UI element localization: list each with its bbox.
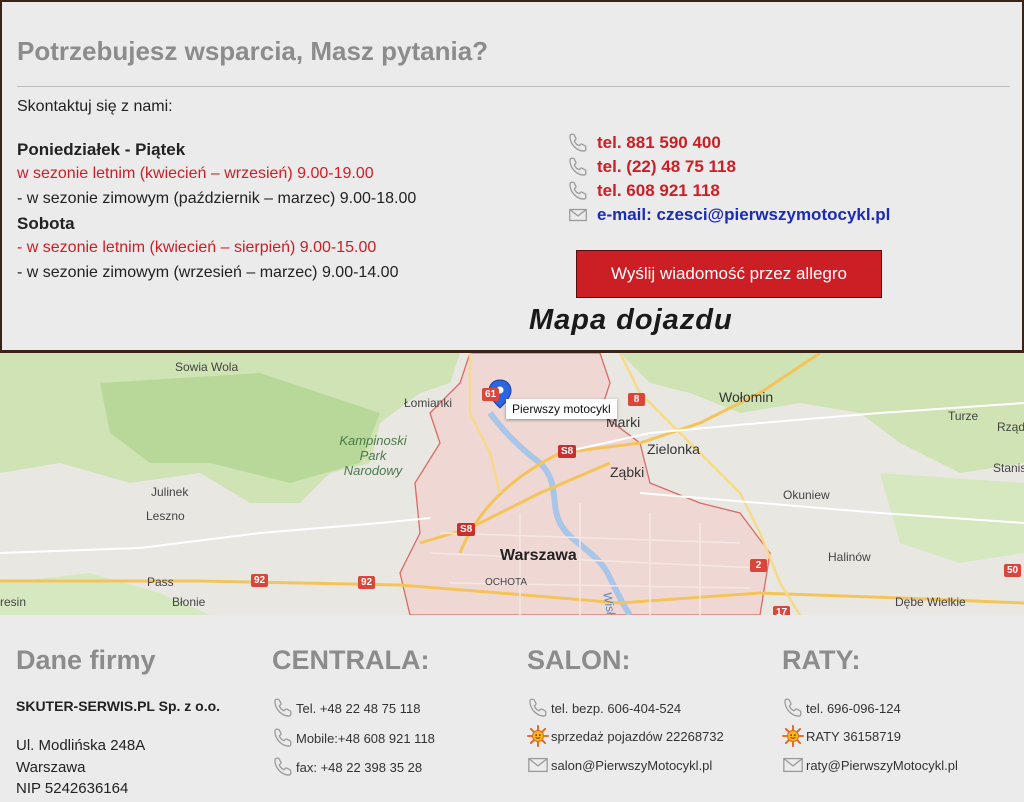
weekday-winter-hours: - w sezonie zimowym (październik – marze… — [17, 190, 417, 207]
phone-icon — [272, 756, 294, 778]
company-nip: NIP 5242636164 — [16, 780, 129, 797]
raty-number[interactable]: RATY 36158719 — [782, 725, 901, 747]
centrala-mobile[interactable]: Mobile:+48 608 921 118 — [272, 727, 435, 749]
map-label-julinek: Julinek — [151, 485, 189, 499]
company-city: Warszawa — [16, 759, 86, 776]
company-name: SKUTER-SERWIS.PL Sp. z o.o. — [16, 698, 221, 714]
weekday-label: Poniedziałek - Piątek — [17, 140, 186, 159]
envelope-icon — [567, 204, 589, 226]
salon-tel[interactable]: tel. bezp. 606-404-524 — [527, 697, 681, 719]
map-label-warszawa: Warszawa — [500, 547, 577, 564]
support-panel: Potrzebujesz wsparcia, Masz pytania? Sko… — [0, 0, 1024, 353]
road-shield-92-east: 92 — [358, 576, 376, 589]
map-label-okuniew: Okuniew — [783, 488, 830, 502]
raty-email[interactable]: raty@PierwszyMotocykl.pl — [782, 754, 958, 776]
map-label-sowia-wola: Sowia Wola — [175, 360, 239, 374]
road-shield-50: 50 — [1004, 564, 1022, 577]
saturday-winter-hours: - w sezonie zimowym (wrzesień – marzec) … — [17, 264, 399, 281]
road-shield-61: 61 — [482, 388, 500, 401]
map-label-zabki: Ząbki — [610, 464, 645, 480]
map-label-stanis: Stanis — [993, 461, 1024, 475]
email-line[interactable]: e-mail: czesci@pierwszymotocykl.pl — [567, 204, 890, 226]
phone-line-2[interactable]: tel. (22) 48 75 118 — [567, 156, 736, 178]
company-street: Ul. Modlińska 248A — [16, 737, 146, 754]
raty-tel[interactable]: tel. 696-096-124 — [782, 697, 901, 719]
saturday-label: Sobota — [17, 214, 75, 233]
map-label-rzad: Rząd — [997, 420, 1024, 434]
map-heading: Mapa dojazdu — [529, 304, 733, 336]
road-shield-92-west: 92 — [251, 574, 269, 587]
road-shield-s8-north: S8 — [558, 445, 577, 458]
road-shield-17: 17 — [773, 606, 791, 615]
divider — [17, 86, 1010, 87]
footer: Dane firmy SKUTER-SERWIS.PL Sp. z o.o. U… — [0, 615, 1024, 802]
phone-icon — [272, 697, 294, 719]
phone-icon — [567, 180, 589, 202]
location-map[interactable]: Sowia Wola Łomianki Marki Wołomin Turze … — [0, 353, 1024, 615]
raty-email-text: raty@PierwszyMotocykl.pl — [806, 757, 958, 773]
raty-heading: RATY: — [782, 645, 861, 675]
phone-icon — [567, 132, 589, 154]
map-label-resin: resin — [0, 595, 27, 609]
sun-icon — [782, 725, 804, 747]
support-title: Potrzebujesz wsparcia, Masz pytania? — [17, 36, 489, 66]
map-label-halinow: Halinów — [828, 550, 871, 564]
centrala-fax-text: fax: +48 22 398 35 28 — [296, 759, 423, 775]
envelope-icon — [782, 754, 804, 776]
centrala-fax[interactable]: fax: +48 22 398 35 28 — [272, 756, 422, 778]
phone-icon — [527, 697, 549, 719]
phone-2-text[interactable]: tel. (22) 48 75 118 — [597, 157, 736, 177]
road-shield-8: 8 — [628, 393, 645, 406]
road-shield-2: 2 — [750, 559, 767, 572]
salon-heading: SALON: — [527, 645, 631, 675]
map-label-blonie: Błonie — [172, 595, 206, 609]
saturday-summer-hours: - w sezonie letnim (kwiecień – sierpień)… — [17, 239, 377, 256]
company-heading: Dane firmy — [16, 645, 156, 675]
raty-number-text: RATY 36158719 — [806, 728, 901, 744]
salon-email[interactable]: salon@PierwszyMotocykl.pl — [527, 754, 712, 776]
phone-icon — [272, 727, 294, 749]
map-label-debe-wielkie: Dębe Wielkie — [895, 595, 966, 609]
map-label-lomianki: Łomianki — [404, 396, 453, 410]
map-pin-label[interactable]: Pierwszy motocykl — [506, 399, 617, 419]
map-label-zielonka: Zielonka — [647, 441, 700, 457]
envelope-icon — [527, 754, 549, 776]
phone-line-3[interactable]: tel. 608 921 118 — [567, 180, 720, 202]
salon-sales-text: sprzedaż pojazdów 22268732 — [551, 728, 724, 744]
phone-3-text[interactable]: tel. 608 921 118 — [597, 181, 720, 201]
phone-icon — [567, 156, 589, 178]
allegro-message-button[interactable]: Wyślij wiadomość przez allegro — [576, 250, 882, 298]
map-label-wolomin: Wołomin — [719, 389, 774, 405]
salon-sales[interactable]: sprzedaż pojazdów 22268732 — [527, 725, 724, 747]
phone-line-1[interactable]: tel. 881 590 400 — [567, 132, 721, 154]
phone-icon — [782, 697, 804, 719]
map-label-turze: Turze — [948, 409, 979, 423]
map-label-ochota: OCHOTA — [485, 577, 528, 588]
centrala-tel-text: Tel. +48 22 48 75 118 — [296, 700, 421, 716]
salon-email-text: salon@PierwszyMotocykl.pl — [551, 757, 713, 773]
contact-intro: Skontaktuj się z nami: — [17, 98, 173, 115]
centrala-heading: CENTRALA: — [272, 645, 430, 675]
email-text[interactable]: e-mail: czesci@pierwszymotocykl.pl — [597, 205, 890, 225]
map-label-pass: Pass — [147, 575, 174, 589]
weekday-summer-hours: w sezonie letnim (kwiecień – wrzesień) 9… — [17, 165, 374, 182]
sun-icon — [527, 725, 549, 747]
centrala-mobile-text: Mobile:+48 608 921 118 — [296, 730, 435, 746]
map-label-leszno: Leszno — [146, 509, 185, 523]
raty-tel-text: tel. 696-096-124 — [806, 700, 901, 716]
phone-1-text[interactable]: tel. 881 590 400 — [597, 133, 721, 153]
map-label-kampinos: Kampinoski Park Narodowy — [339, 433, 407, 478]
salon-tel-text: tel. bezp. 606-404-524 — [551, 700, 682, 716]
centrala-tel[interactable]: Tel. +48 22 48 75 118 — [272, 697, 420, 719]
road-shield-s8-west: S8 — [457, 523, 476, 536]
